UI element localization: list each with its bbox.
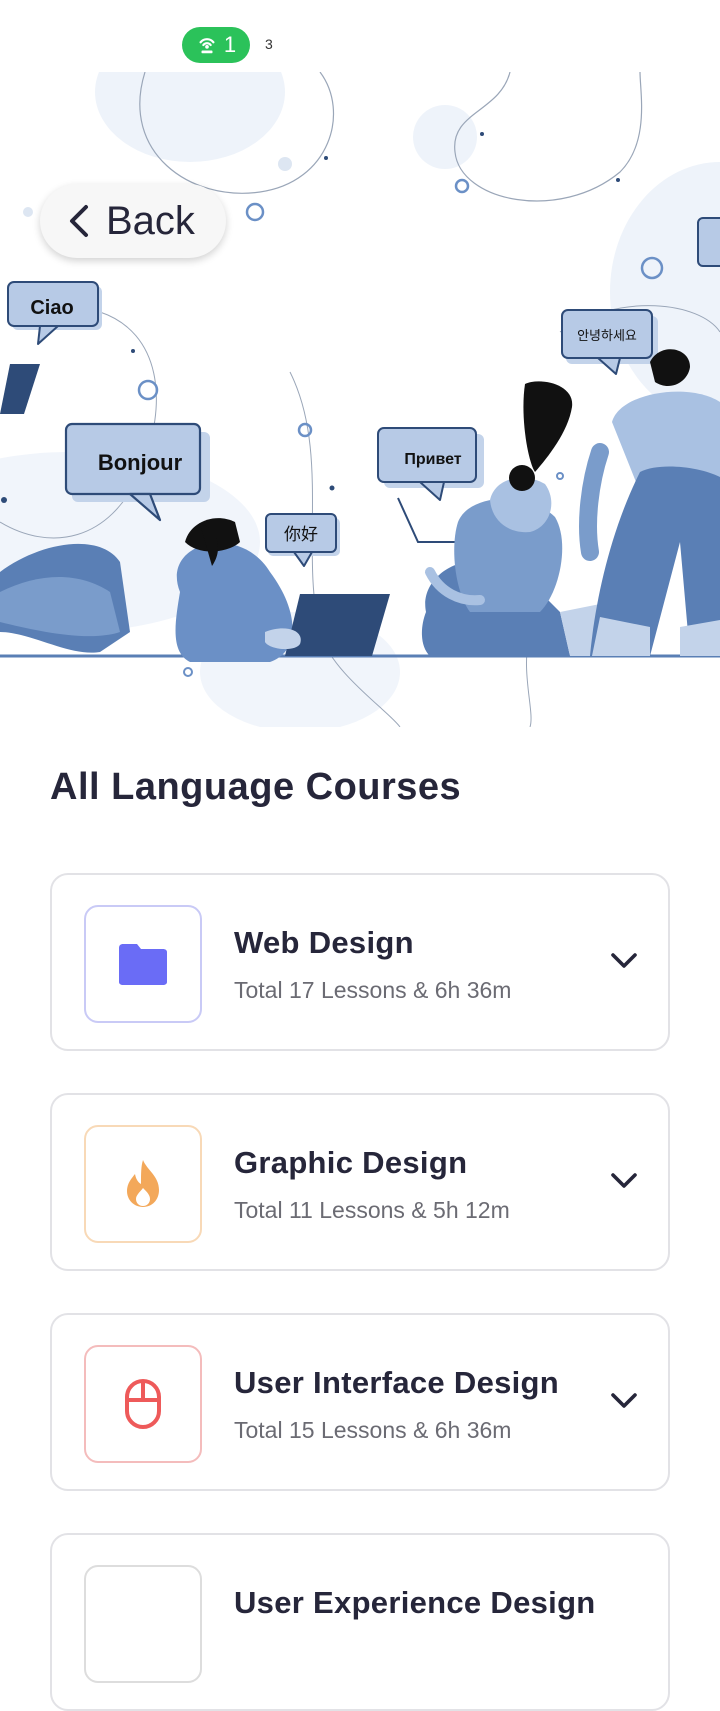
bubble-partial-right: [697, 217, 720, 267]
course-title: User Interface Design: [234, 1365, 560, 1400]
hotspot-count: 1: [223, 32, 237, 57]
hotspot-indicator[interactable]: 1: [182, 27, 250, 63]
language-learners-illustration: Ciao Bonjour 你好 Привет 안녕하세요: [0, 72, 720, 727]
back-button[interactable]: Back: [40, 184, 226, 258]
chevron-down-icon[interactable]: [610, 1391, 638, 1411]
course-card-user-experience-design[interactable]: User Experience Design: [50, 1533, 670, 1711]
svg-text:Ciao: Ciao: [30, 297, 73, 319]
svg-text:你好: 你好: [284, 525, 318, 544]
course-title: Graphic Design: [234, 1145, 468, 1180]
bubble-nihao: 你好: [265, 513, 340, 567]
svg-text:안녕하세요: 안녕하세요: [577, 328, 637, 343]
hero-illustration: Ciao Bonjour 你好 Привет 안녕하세요 Back: [0, 72, 720, 727]
mouse-icon: [125, 1379, 161, 1429]
chevron-left-icon: [70, 205, 88, 237]
course-subtitle: Total 11 Lessons & 5h 12m: [234, 1197, 510, 1223]
status-extra-count: 3: [265, 36, 273, 52]
section-title: All Language Courses: [50, 766, 462, 808]
bubble-ciao: Ciao: [7, 281, 102, 345]
status-bar: 1 3: [0, 0, 720, 72]
folder-icon: [119, 944, 167, 985]
course-card-graphic-design[interactable]: Graphic Design Total 11 Lessons & 5h 12m: [50, 1093, 670, 1271]
course-card-web-design[interactable]: Web Design Total 17 Lessons & 6h 36m: [50, 873, 670, 1051]
course-card-user-interface-design[interactable]: User Interface Design Total 15 Lessons &…: [50, 1313, 670, 1491]
course-icon-box: [84, 1345, 202, 1463]
svg-text:Привет: Привет: [404, 451, 461, 468]
back-button-label: Back: [106, 198, 195, 243]
course-subtitle: Total 17 Lessons & 6h 36m: [234, 977, 512, 1003]
bubble-privet: Привет: [377, 427, 484, 501]
course-icon-box: [84, 1565, 202, 1683]
person-standing-right: [579, 349, 720, 656]
course-icon-box: [84, 1125, 202, 1243]
chevron-down-icon[interactable]: [610, 951, 638, 971]
course-title: User Experience Design: [234, 1585, 596, 1620]
flame-icon: [127, 1160, 159, 1207]
course-icon-box: [84, 905, 202, 1023]
hotspot-icon: [199, 38, 215, 54]
chevron-down-icon[interactable]: [610, 1171, 638, 1191]
course-subtitle: Total 15 Lessons & 6h 36m: [234, 1417, 512, 1443]
svg-text:Bonjour: Bonjour: [98, 450, 183, 475]
course-title: Web Design: [234, 925, 414, 960]
